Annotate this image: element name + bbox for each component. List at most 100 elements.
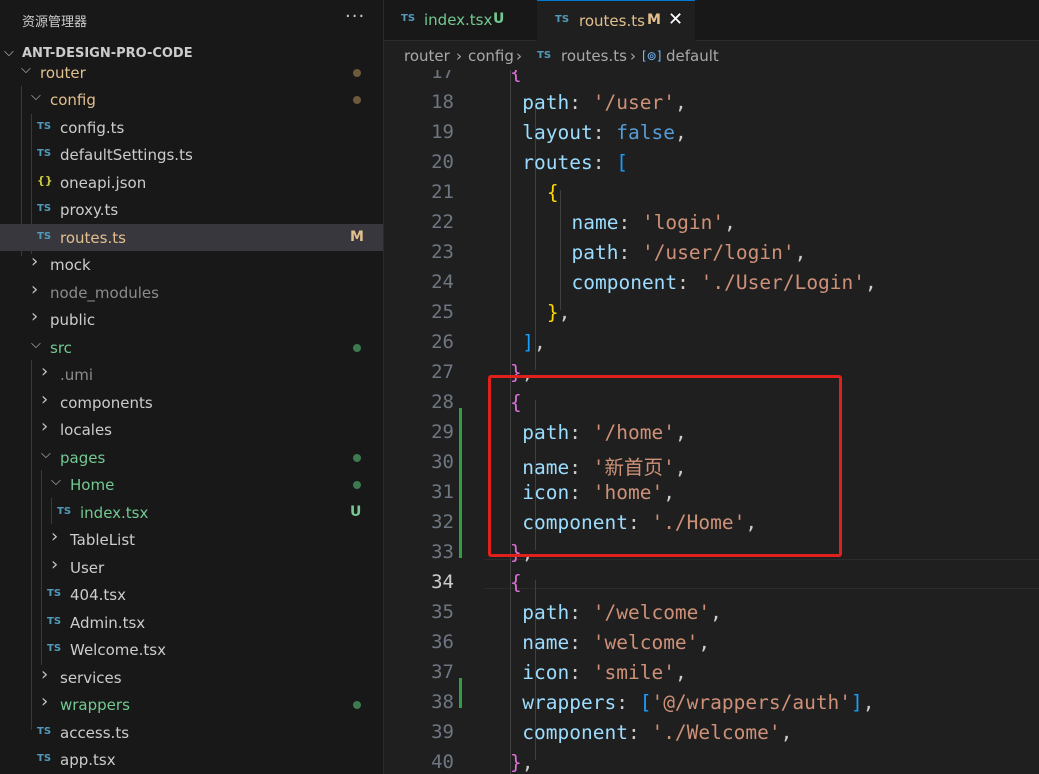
line-number: 23 xyxy=(431,241,454,263)
tree-item-label: src xyxy=(50,339,72,357)
typescript-icon: TS xyxy=(401,13,416,24)
tree-item[interactable]: › components xyxy=(0,389,383,416)
annotation-highlight-box xyxy=(488,375,842,557)
chevron-right-icon: › xyxy=(51,526,59,547)
code-line: 21 { xyxy=(384,178,1039,208)
code-line: 26], xyxy=(384,328,1039,358)
code-text: name: 'login', xyxy=(571,211,736,234)
typescript-icon: TS xyxy=(37,231,52,242)
chevron-down-icon: ⌵ xyxy=(51,474,61,489)
tree-item[interactable]: TS access.ts xyxy=(0,719,383,746)
code-text: wrappers: ['@/wrappers/auth'], xyxy=(522,691,875,714)
tab-status: U xyxy=(493,11,505,27)
tree-item[interactable]: › .umi xyxy=(0,361,383,388)
git-change-dot xyxy=(353,454,361,462)
tree-item-label: mock xyxy=(50,256,91,274)
line-number: 28 xyxy=(431,391,454,413)
code-text: path: '/user/login', xyxy=(571,241,807,264)
line-number: 18 xyxy=(431,91,454,113)
more-actions-icon[interactable]: ··· xyxy=(345,6,365,27)
line-number: 31 xyxy=(431,481,454,503)
chevron-right-icon: › xyxy=(31,251,39,272)
tree-item[interactable]: TS config.ts xyxy=(0,114,383,141)
tree-item[interactable]: ⌵ pages xyxy=(0,444,383,471)
code-line: 38 wrappers: ['@/wrappers/auth'], xyxy=(384,688,1039,718)
tree-item-label: access.ts xyxy=(60,724,130,742)
code-line: 37 icon: 'smile', xyxy=(384,658,1039,688)
line-number: 32 xyxy=(431,511,454,533)
tree-item-label: wrappers xyxy=(60,696,130,714)
tree-item-label: User xyxy=(70,559,105,577)
chevron-down-icon: ⌵ xyxy=(31,89,41,104)
line-number: 36 xyxy=(431,631,454,653)
tree-item-label: Welcome.tsx xyxy=(70,641,166,659)
tree-item[interactable]: TS Admin.tsx xyxy=(0,609,383,636)
breadcrumb-config[interactable]: config xyxy=(468,47,514,65)
git-status-badge: U xyxy=(350,504,362,520)
tree-item[interactable]: › node_modules xyxy=(0,279,383,306)
tab-routes-ts[interactable]: TS routes.ts M ✕ xyxy=(537,0,695,42)
tree-item-label: node_modules xyxy=(50,284,159,302)
git-change-dot xyxy=(353,481,361,489)
breadcrumb-separator: › xyxy=(456,47,462,65)
code-line: 17 { xyxy=(384,70,1039,88)
tree-item[interactable]: › services xyxy=(0,664,383,691)
line-number: 26 xyxy=(431,331,454,353)
tree-item[interactable]: › User xyxy=(0,554,383,581)
tree-item[interactable]: TS 404.tsx xyxy=(0,581,383,608)
editor-tabbar: TS index.tsx U TS routes.ts M ✕ xyxy=(384,0,1039,42)
line-number: 19 xyxy=(431,121,454,143)
tree-item[interactable]: TS proxy.ts xyxy=(0,196,383,223)
code-text: layout: false, xyxy=(522,121,687,144)
tree-item[interactable]: ⌵ Home xyxy=(0,471,383,498)
tree-item-label: defaultSettings.ts xyxy=(60,146,193,164)
code-line: 35 path: '/welcome', xyxy=(384,598,1039,628)
tree-item-label: 404.tsx xyxy=(70,586,126,604)
code-text: path: '/welcome', xyxy=(522,601,722,624)
tree-item-label: TableList xyxy=(70,531,136,549)
typescript-icon: TS xyxy=(47,588,62,599)
chevron-down-icon: ⌵ xyxy=(21,62,31,77)
breadcrumb-symbol[interactable]: default xyxy=(666,47,719,65)
tab-index-tsx[interactable]: TS index.tsx U xyxy=(384,0,536,40)
code-editor[interactable]: 17 {18 path: '/user', 19 layout: false, 20 rou… xyxy=(384,70,1039,774)
tree-item[interactable]: TS routes.ts M xyxy=(0,224,383,251)
typescript-icon: TS xyxy=(47,616,62,627)
code-line: 40}, xyxy=(384,748,1039,774)
chevron-right-icon: › xyxy=(41,361,49,382)
symbol-icon: [⊚] xyxy=(642,49,662,63)
tree-item[interactable]: › mock xyxy=(0,251,383,278)
breadcrumb-router[interactable]: router xyxy=(404,47,450,65)
tab-label: index.tsx xyxy=(424,11,493,29)
tree-item[interactable]: › TableList xyxy=(0,526,383,553)
tree-item[interactable]: TS index.tsx U xyxy=(0,499,383,526)
explorer-header: 资源管理器 ··· xyxy=(0,0,383,40)
line-number: 37 xyxy=(431,661,454,683)
tree-item[interactable]: TS defaultSettings.ts xyxy=(0,141,383,168)
tree-item[interactable]: ⌵ router xyxy=(0,59,383,86)
code-text: name: 'welcome', xyxy=(522,631,711,654)
code-text: ], xyxy=(522,331,546,354)
tree-item[interactable]: › public xyxy=(0,306,383,333)
code-line: 19 layout: false, xyxy=(384,118,1039,148)
breadcrumb-file[interactable]: routes.ts xyxy=(561,47,627,65)
tree-item[interactable]: TS app.tsx xyxy=(0,746,383,773)
tree-item-label: app.tsx xyxy=(60,751,116,769)
tree-item[interactable]: TS Welcome.tsx xyxy=(0,636,383,663)
tree-item[interactable]: › locales xyxy=(0,416,383,443)
typescript-icon: TS xyxy=(537,50,552,61)
tab-status: M xyxy=(647,12,661,28)
git-change-dot xyxy=(353,96,361,104)
tree-item[interactable]: {} oneapi.json xyxy=(0,169,383,196)
code-text: component: './Welcome', xyxy=(522,721,793,744)
tree-item[interactable]: ⌵ src xyxy=(0,334,383,361)
typescript-icon: TS xyxy=(37,121,52,132)
line-number: 38 xyxy=(431,691,454,713)
tree-item[interactable]: ⌵ config xyxy=(0,86,383,113)
close-icon[interactable]: ✕ xyxy=(668,9,683,30)
code-line: 22 name: 'login', xyxy=(384,208,1039,238)
tree-item[interactable]: › wrappers xyxy=(0,691,383,718)
chevron-right-icon: › xyxy=(41,389,49,410)
chevron-right-icon: › xyxy=(31,279,39,300)
typescript-icon: TS xyxy=(37,148,52,159)
